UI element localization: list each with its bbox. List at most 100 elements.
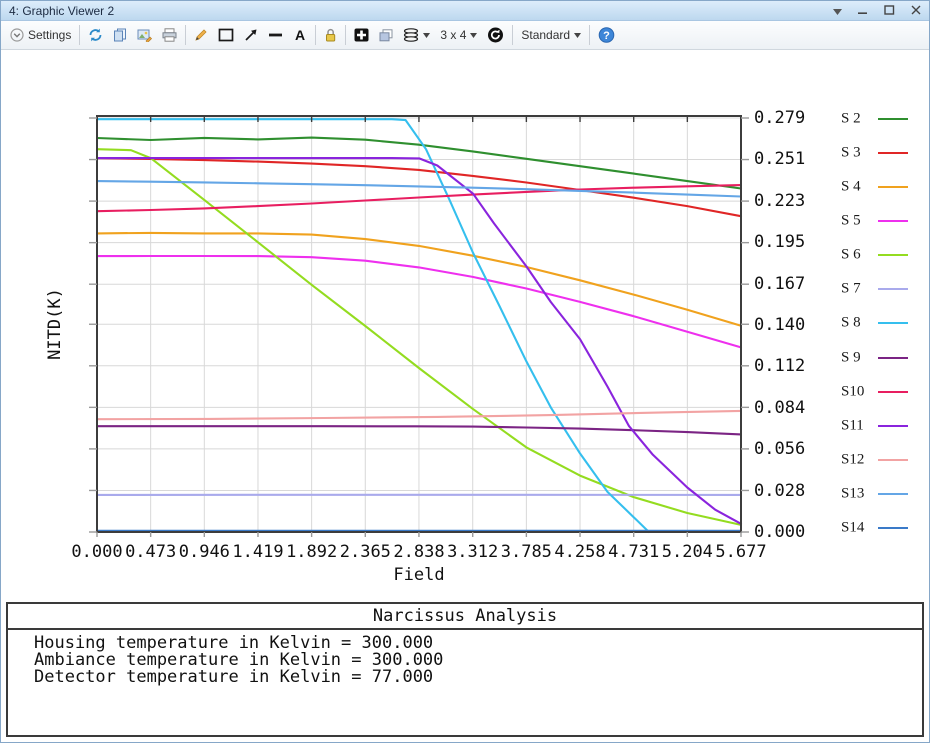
settings-label: Settings — [28, 28, 71, 42]
refresh-button[interactable] — [83, 23, 108, 47]
legend-swatch — [878, 288, 908, 290]
info-line: Detector temperature in Kelvin = 77.000 — [34, 669, 922, 686]
x-tick-label: 3.785 — [501, 542, 552, 562]
arrow-icon — [244, 29, 258, 42]
separator — [185, 25, 186, 45]
legend-label: S12 — [841, 451, 864, 468]
plot-area[interactable] — [81, 106, 757, 546]
legend-label: S 5 — [841, 213, 861, 230]
x-tick-label: 1.892 — [286, 542, 337, 562]
legend-label: S 8 — [841, 315, 861, 332]
maximize-button[interactable] — [884, 3, 895, 18]
x-tick-label: 4.731 — [608, 542, 659, 562]
legend-swatch — [878, 254, 908, 256]
style-select-button[interactable]: Standard — [516, 23, 586, 47]
x-tick-label: 0.000 — [71, 542, 122, 562]
copy-icon — [113, 28, 127, 42]
expand-button[interactable] — [349, 23, 374, 47]
text-icon: A — [293, 28, 307, 42]
line-icon — [268, 31, 283, 39]
legend-swatch — [878, 357, 908, 359]
legend-label: S13 — [841, 485, 864, 502]
titlebar: 4: Graphic Viewer 2 — [1, 1, 929, 21]
settings-button[interactable]: Settings — [5, 23, 76, 47]
toolbar: Settings A — [1, 21, 929, 50]
draw-line-button[interactable] — [263, 23, 288, 47]
layers-button[interactable] — [374, 23, 398, 47]
y-tick-label: 0.028 — [754, 481, 805, 501]
chevron-circle-icon — [10, 28, 24, 42]
info-panel: Narcissus Analysis Housing temperature i… — [6, 602, 924, 737]
legend-swatch — [878, 152, 908, 154]
lock-icon — [324, 28, 337, 42]
reset-icon — [487, 27, 504, 43]
close-button[interactable] — [911, 3, 921, 18]
lock-button[interactable] — [319, 23, 342, 47]
caret-down-icon — [423, 33, 430, 38]
legend-swatch — [878, 220, 908, 222]
legend-label: S10 — [841, 383, 864, 400]
titlebar-dropdown-button[interactable] — [833, 3, 842, 18]
draw-pencil-button[interactable] — [189, 23, 213, 47]
caret-down-icon — [574, 33, 581, 38]
minimize-icon — [858, 3, 868, 18]
y-tick-label: 0.112 — [754, 356, 805, 376]
y-tick-label: 0.000 — [754, 522, 805, 542]
y-tick-label: 0.251 — [754, 149, 805, 169]
y-tick-label: 0.195 — [754, 232, 805, 252]
x-tick-label: 0.946 — [179, 542, 230, 562]
style-label: Standard — [521, 28, 570, 42]
legend-label: S 4 — [841, 179, 861, 196]
stack-button[interactable] — [398, 23, 435, 47]
y-tick-label: 0.140 — [754, 315, 805, 335]
legend-swatch — [878, 493, 908, 495]
refresh-icon — [88, 28, 103, 42]
y-tick-label: 0.279 — [754, 108, 805, 128]
x-tick-label: 2.365 — [340, 542, 391, 562]
y-axis-label: NITD(K) — [45, 288, 65, 360]
x-tick-label: 1.419 — [232, 542, 283, 562]
x-tick-label: 2.838 — [393, 542, 444, 562]
save-image-icon — [137, 28, 152, 42]
y-tick-label: 0.223 — [754, 191, 805, 211]
separator — [589, 25, 590, 45]
x-tick-label: 3.312 — [447, 542, 498, 562]
legend-label: S14 — [841, 519, 864, 536]
svg-text:A: A — [295, 28, 305, 42]
legend-label: S 2 — [841, 111, 861, 128]
graphic-viewer-window: 4: Graphic Viewer 2 Settings — [0, 0, 930, 743]
copy-button[interactable] — [108, 23, 132, 47]
save-image-button[interactable] — [132, 23, 157, 47]
x-axis-label: Field — [393, 565, 444, 585]
print-button[interactable] — [157, 23, 182, 47]
grid-size-button[interactable]: 3 x 4 — [435, 23, 482, 47]
legend-label: S 9 — [841, 349, 861, 366]
legend-swatch — [878, 459, 908, 461]
grid-size-label: 3 x 4 — [440, 28, 466, 42]
x-tick-label: 4.258 — [554, 542, 605, 562]
separator — [315, 25, 316, 45]
info-panel-body: Housing temperature in Kelvin = 300.000 … — [8, 630, 922, 686]
help-button[interactable]: ? — [593, 23, 620, 47]
legend-label: S11 — [841, 417, 864, 434]
legend-swatch — [878, 391, 908, 393]
legend-label: S 6 — [841, 247, 861, 264]
y-tick-label: 0.084 — [754, 398, 805, 418]
draw-rectangle-button[interactable] — [213, 23, 239, 47]
caret-down-icon — [470, 33, 477, 38]
separator — [512, 25, 513, 45]
reset-button[interactable] — [482, 23, 509, 47]
legend-swatch — [878, 118, 908, 120]
legend-swatch — [878, 527, 908, 529]
draw-arrow-button[interactable] — [239, 23, 263, 47]
window-title: 4: Graphic Viewer 2 — [9, 4, 114, 18]
help-icon: ? — [598, 27, 615, 43]
maximize-icon — [884, 3, 895, 18]
text-tool-button[interactable]: A — [288, 23, 312, 47]
legend-label: S 7 — [841, 281, 861, 298]
expand-icon — [354, 28, 369, 42]
minimize-button[interactable] — [858, 3, 868, 18]
legend-label: S 3 — [841, 145, 861, 162]
x-tick-label: 5.677 — [715, 542, 766, 562]
info-panel-title: Narcissus Analysis — [8, 604, 922, 630]
